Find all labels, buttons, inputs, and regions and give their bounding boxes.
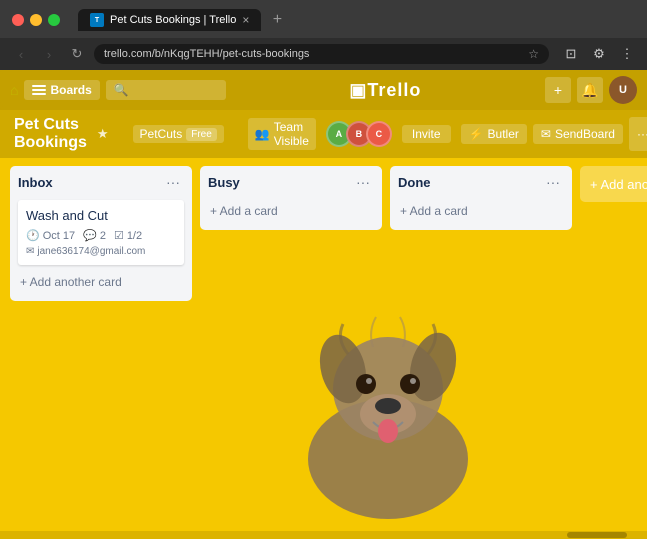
pet-cuts-badge[interactable]: PetCuts Free (133, 125, 224, 143)
card-date-value: Oct 17 (43, 230, 75, 242)
butler-label: Butler (488, 127, 519, 141)
list-busy: Busy ··· + Add a card (200, 166, 382, 230)
address-bar-row: ‹ › ↻ trello.com/b/nKqgTEHH/pet-cuts-boo… (0, 38, 647, 70)
butler-button[interactable]: ⚡ Butler (461, 124, 527, 144)
board-content: Inbox ··· Wash and Cut 🕐 Oct 17 💬 2 (0, 158, 647, 531)
user-avatar[interactable]: U (609, 76, 637, 104)
list-inbox: Inbox ··· Wash and Cut 🕐 Oct 17 💬 2 (10, 166, 192, 301)
topbar-right: + 🔔 U (545, 76, 637, 104)
traffic-light-close[interactable] (12, 14, 24, 26)
board-header: Pet Cuts Bookings ★ PetCuts Free 👥 Team … (0, 110, 647, 158)
card-checklist-value: 1/2 (127, 230, 142, 242)
refresh-button[interactable]: ↻ (66, 43, 88, 65)
tab-area: T Pet Cuts Bookings | Trello × + (78, 8, 635, 32)
checklist-icon: ☑ (114, 229, 124, 242)
tab-favicon: T (90, 13, 104, 27)
star-button[interactable]: ★ (97, 126, 109, 142)
card-comments-value: 2 (100, 230, 106, 242)
search-icon: 🔍 (114, 83, 129, 97)
add-button[interactable]: + (545, 77, 571, 103)
search-input[interactable]: 🔍 (106, 80, 226, 100)
list-header-inbox: Inbox ··· (18, 174, 184, 190)
member-avatar-3[interactable]: C (366, 121, 392, 147)
scrollbar-area (0, 531, 647, 539)
bookmark-icon[interactable]: ☆ (528, 47, 539, 61)
list-done: Done ··· + Add a card (390, 166, 572, 230)
email-icon: ✉ (26, 246, 34, 257)
title-bar: T Pet Cuts Bookings | Trello × + (0, 0, 647, 38)
butler-icon: ⚡ (469, 127, 484, 141)
card-meta: 🕐 Oct 17 💬 2 ☑ 1/2 (26, 229, 176, 242)
card-wash-and-cut[interactable]: Wash and Cut 🕐 Oct 17 💬 2 ☑ 1/2 (18, 200, 184, 265)
list-title-done: Done (398, 175, 542, 190)
list-title-busy: Busy (208, 175, 352, 190)
add-card-inbox[interactable]: + Add another card (18, 271, 184, 293)
list-header-busy: Busy ··· (208, 174, 374, 190)
address-domain: trello.com (104, 48, 152, 60)
list-menu-inbox[interactable]: ··· (162, 174, 184, 190)
comment-icon: 💬 (83, 229, 97, 242)
address-text: trello.com/b/nKqgTEHH/pet-cuts-bookings (104, 48, 522, 60)
sendboard-button[interactable]: ✉ SendBoard (533, 124, 623, 144)
menu-icon[interactable]: ⋮ (617, 44, 637, 64)
back-button[interactable]: ‹ (10, 43, 32, 65)
board-title: Pet Cuts Bookings (14, 116, 87, 152)
traffic-light-fullscreen[interactable] (48, 14, 60, 26)
new-tab-button[interactable]: + (265, 8, 289, 32)
trello-logo-icon: ▣ (349, 80, 367, 101)
add-card-busy[interactable]: + Add a card (208, 200, 374, 222)
card-title: Wash and Cut (26, 208, 176, 223)
address-bar[interactable]: trello.com/b/nKqgTEHH/pet-cuts-bookings … (94, 44, 549, 64)
address-path: /b/nKqgTEHH/pet-cuts-bookings (152, 48, 310, 60)
list-header-done: Done ··· (398, 174, 564, 190)
list-menu-done[interactable]: ··· (542, 174, 564, 190)
toolbar-icons: ⊡ ⚙ ⋮ (561, 44, 637, 64)
tab-title: Pet Cuts Bookings | Trello (110, 14, 236, 26)
free-badge: Free (186, 128, 217, 141)
show-menu-icon: ··· (637, 127, 647, 141)
boards-label: Boards (50, 83, 91, 97)
clock-icon: 🕐 (26, 229, 40, 242)
card-date: 🕐 Oct 17 (26, 229, 75, 242)
extensions-icon[interactable]: ⚙ (589, 44, 609, 64)
show-menu-button[interactable]: ··· Show Menu (629, 117, 647, 151)
team-visible-label: Team Visible (274, 120, 309, 148)
invite-button[interactable]: Invite (402, 125, 451, 143)
notification-button[interactable]: 🔔 (577, 77, 603, 103)
topbar-left: ⌂ Boards 🔍 (10, 80, 226, 100)
member-avatars: A B C (326, 121, 392, 147)
card-email: ✉ jane636174@gmail.com (26, 246, 176, 257)
trello-logo: ▣ Trello (234, 80, 537, 101)
active-tab[interactable]: T Pet Cuts Bookings | Trello × (78, 9, 261, 31)
home-icon[interactable]: ⌂ (10, 82, 18, 98)
board-header-right: ⚡ Butler ✉ SendBoard ··· Show Menu (461, 117, 647, 151)
team-visible-icon: 👥 (255, 127, 270, 141)
board-area: ⌂ Boards 🔍 ▣ Trello + 🔔 U (0, 70, 647, 539)
sendboard-label: SendBoard (555, 127, 615, 141)
invite-label: Invite (412, 127, 441, 141)
sendboard-icon: ✉ (541, 127, 551, 141)
list-menu-busy[interactable]: ··· (352, 174, 374, 190)
list-title-inbox: Inbox (18, 175, 162, 190)
boards-button[interactable]: Boards (24, 80, 99, 100)
team-visible-button[interactable]: 👥 Team Visible (248, 118, 316, 150)
trello-logo-text: Trello (367, 80, 421, 101)
boards-icon (32, 85, 46, 95)
card-comments: 💬 2 (83, 229, 106, 242)
scrollbar-thumb[interactable] (567, 532, 627, 538)
forward-button[interactable]: › (38, 43, 60, 65)
browser-chrome: T Pet Cuts Bookings | Trello × + ‹ › ↻ t… (0, 0, 647, 70)
cast-icon[interactable]: ⊡ (561, 44, 581, 64)
traffic-light-minimize[interactable] (30, 14, 42, 26)
pet-cuts-label: PetCuts (140, 127, 183, 141)
tab-close-btn[interactable]: × (242, 13, 249, 27)
add-card-done[interactable]: + Add a card (398, 200, 564, 222)
trello-page: T Pet Cuts Bookings | Trello × + ‹ › ↻ t… (0, 0, 647, 539)
card-checklist: ☑ 1/2 (114, 229, 142, 242)
add-list-button[interactable]: + Add another list (580, 166, 647, 202)
card-email-value: jane636174@gmail.com (37, 246, 145, 257)
trello-topbar: ⌂ Boards 🔍 ▣ Trello + 🔔 U (0, 70, 647, 110)
